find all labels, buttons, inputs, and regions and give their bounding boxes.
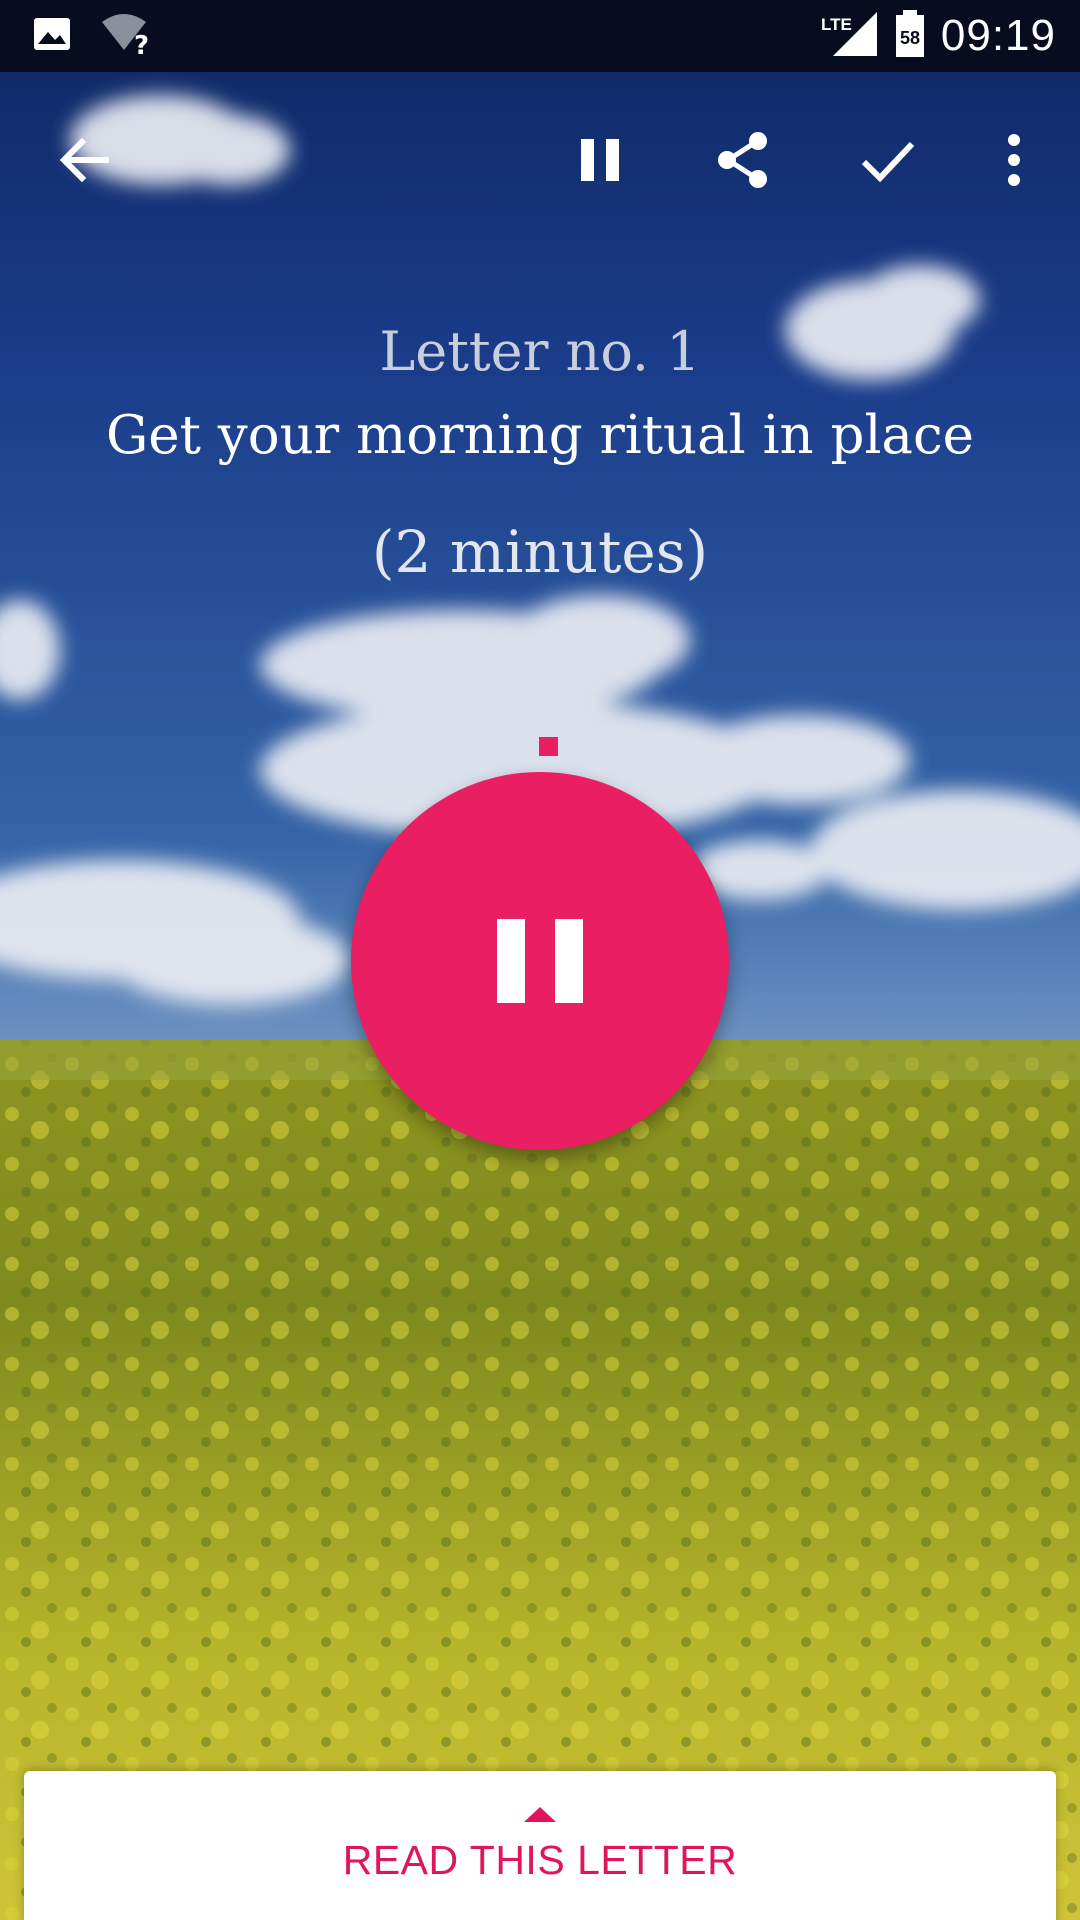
back-arrow-icon [59, 137, 109, 183]
back-button[interactable] [44, 120, 124, 200]
status-time: 09:19 [940, 11, 1056, 60]
playback-progress-marker [539, 737, 558, 756]
more-options-button[interactable] [974, 120, 1054, 200]
wifi-unknown-icon: ? [100, 12, 152, 61]
check-icon [861, 141, 915, 183]
letter-player-screen: ? LTE 58 09:19 Letter no. 1 Get your mor… [0, 0, 1080, 1920]
letter-title: Get your morning ritual in place [105, 405, 975, 466]
toolbar [0, 100, 1080, 220]
letter-number: Letter no. 1 [379, 320, 701, 383]
network-type-label: LTE [821, 15, 852, 34]
pause-icon [497, 919, 583, 1003]
share-icon [718, 132, 767, 188]
share-button[interactable] [704, 120, 784, 200]
toolbar-pause-button[interactable] [560, 120, 640, 200]
letter-duration: (2 minutes) [371, 518, 709, 586]
pause-icon [581, 139, 619, 181]
expand-up-icon [524, 1807, 556, 1822]
read-letter-card[interactable]: READ THIS LETTER [24, 1771, 1056, 1920]
battery-level-label: 58 [900, 28, 920, 48]
play-pause-button[interactable] [351, 772, 729, 1150]
status-bar: ? LTE 58 09:19 [0, 0, 1080, 72]
lte-signal-icon: LTE [821, 10, 879, 62]
read-letter-label: READ THIS LETTER [342, 1837, 738, 1883]
svg-text:?: ? [134, 31, 149, 56]
mark-done-button[interactable] [848, 120, 928, 200]
image-notification-icon [32, 14, 72, 58]
more-vert-icon [1008, 134, 1020, 186]
battery-icon: 58 [893, 10, 927, 62]
